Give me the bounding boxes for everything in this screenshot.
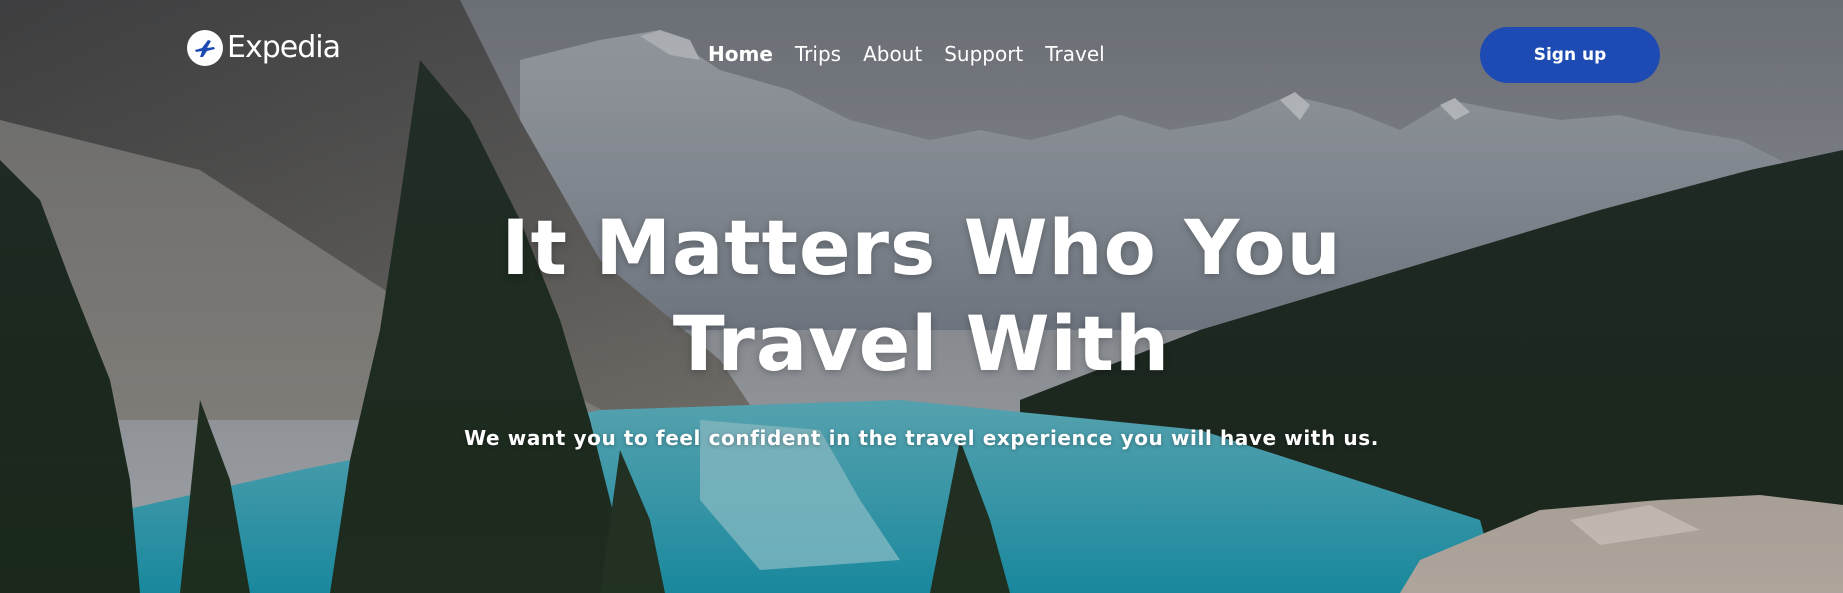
nav-item-trips[interactable]: Trips [795,42,841,66]
sign-up-button[interactable]: Sign up [1480,27,1660,83]
nav-item-about[interactable]: About [863,42,922,66]
nav-item-home[interactable]: Home [708,42,773,66]
hero-subtitle: We want you to feel confident in the tra… [464,426,1379,450]
brand-name: Expedia [227,30,341,65]
nav-item-support[interactable]: Support [944,42,1023,66]
expedia-logo[interactable]: Expedia [187,30,341,66]
hero-headline-line2: Travel With [672,299,1171,388]
plane-icon [187,30,223,66]
hero-section: Expedia Home Trips About Support Travel … [0,0,1843,593]
nav-item-travel[interactable]: Travel [1045,42,1104,66]
hero-headline-line1: It Matters Who You [501,203,1342,292]
main-nav: Home Trips About Support Travel [708,42,1105,66]
hero-headline: It Matters Who You Travel With [0,200,1843,392]
